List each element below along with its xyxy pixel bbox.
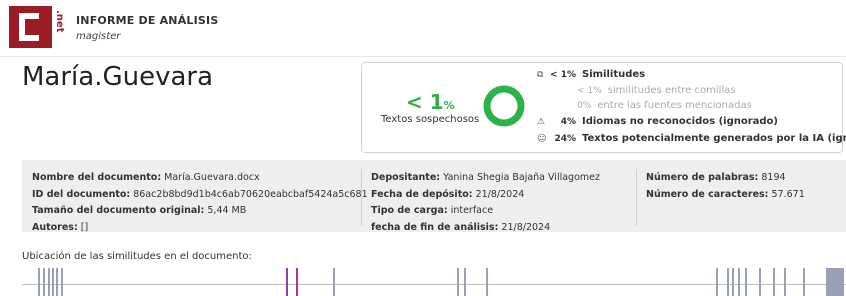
warning-icon: ⚠ — [537, 117, 546, 127]
similarity-mark[interactable] — [457, 268, 460, 296]
metadata-divider — [361, 169, 362, 226]
similarities-row: ⧉ < 1% Similitudes — [537, 69, 646, 80]
similarity-mark[interactable] — [43, 268, 46, 296]
metadata-col-deposit: Depositante: Yanina Shegia Bajaña Villag… — [371, 170, 600, 236]
similarity-mark[interactable] — [773, 268, 776, 296]
similarity-mark[interactable] — [759, 268, 762, 296]
svg-text:.net: .net — [54, 10, 65, 33]
track-baseline — [22, 284, 846, 285]
similarity-mark[interactable] — [803, 268, 806, 296]
similarity-mark[interactable] — [715, 268, 718, 296]
similarity-location-track — [22, 268, 846, 296]
header-divider — [0, 56, 846, 57]
similarity-mark[interactable] — [295, 268, 298, 296]
ai-generated-row: ☺ 24% Textos potencialmente generados por … — [537, 133, 846, 144]
similarity-mark[interactable] — [738, 268, 741, 296]
similarity-mark[interactable] — [333, 268, 336, 296]
similarity-mark[interactable] — [726, 268, 729, 296]
unrecognized-languages-row: ⚠ 4% Idiomas no reconocidos (ignorado) — [537, 116, 778, 127]
similarity-mark[interactable] — [732, 268, 735, 296]
metadata-col-document: Nombre del documento: María.Guevara.docx… — [32, 170, 368, 236]
metadata-divider — [636, 169, 637, 226]
compilatio-logo: .net — [9, 6, 65, 48]
similarity-mark[interactable] — [784, 268, 787, 296]
copy-icon: ⧉ — [537, 70, 544, 80]
similarity-mark[interactable] — [47, 268, 50, 296]
meta-word-count: Número de palabras: 8194 — [646, 172, 786, 183]
meta-doc-size: Tamaño del documento original: 5,44 MB — [32, 205, 247, 216]
meta-char-count: Número de caracteres: 57.671 — [646, 188, 805, 200]
similarity-mark[interactable] — [55, 268, 58, 296]
meta-deposit-date: Fecha de depósito: 21/8/2024 — [371, 188, 525, 200]
metadata-col-counts: Número de palabras: 8194 Número de carac… — [646, 170, 805, 203]
cited-sources-row: 0% entre las fuentes mencionadas — [577, 100, 752, 111]
similarity-mark[interactable] — [38, 268, 41, 296]
similarity-mark[interactable] — [826, 268, 845, 296]
report-title: INFORME DE ANÁLISIS — [76, 14, 219, 27]
similarity-summary-box: < 1% Textos sospechosos ⧉ < 1% Similitudes… — [361, 62, 846, 153]
meta-doc-name: Nombre del documento: María.Guevara.docx — [32, 172, 260, 183]
similarity-location-label: Ubicación de las similitudes en el docum… — [22, 251, 252, 262]
similarity-mark[interactable] — [485, 268, 488, 296]
report-header: .net INFORME DE ANÁLISIS magister — [0, 0, 846, 57]
meta-depositor: Depositante: Yanina Shegia Bajaña Villag… — [371, 172, 600, 183]
robot-icon: ☺ — [537, 134, 547, 144]
meta-analysis-end-date: fecha de fin de análisis: 21/8/2024 — [371, 221, 551, 233]
report-subtitle: magister — [76, 31, 121, 42]
suspicious-label: Textos sospechosos — [381, 114, 480, 125]
suspicious-percent: < 1% — [406, 90, 455, 114]
meta-authors: Autores: [] — [32, 221, 89, 233]
score-ring-icon — [483, 85, 525, 127]
document-title: María.Guevara — [22, 62, 214, 92]
meta-upload-type: Tipo de carga: interface — [371, 205, 494, 216]
similarity-mark[interactable] — [285, 268, 288, 296]
quoted-similarities-row: < 1% similitudes entre comillas — [577, 85, 736, 96]
similarity-mark[interactable] — [60, 268, 63, 296]
similarity-mark[interactable] — [51, 268, 54, 296]
similarity-mark[interactable] — [463, 268, 466, 296]
similarity-mark[interactable] — [745, 268, 748, 296]
meta-doc-id: ID del documento: 86ac2b8bd9d1b4c6ab7062… — [32, 188, 368, 200]
document-metadata: Nombre del documento: María.Guevara.docx… — [22, 160, 846, 233]
